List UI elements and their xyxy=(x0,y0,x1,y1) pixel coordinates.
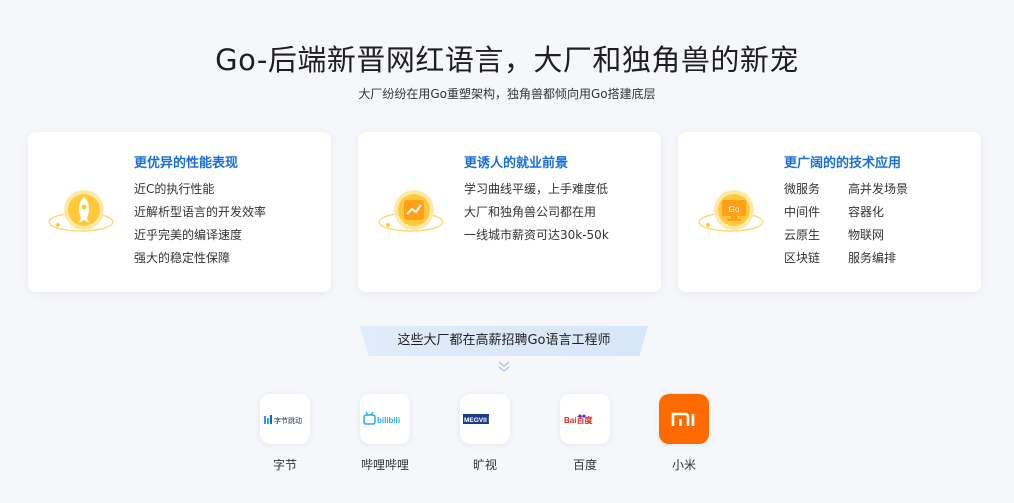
card-line: 近C的执行性能 xyxy=(134,182,215,196)
bilibili-logo: bilibili xyxy=(360,394,410,444)
company-name: 哔哩哔哩 xyxy=(360,458,409,472)
company-megvii[interactable]: MEGVII 旷视 旷视 xyxy=(450,394,520,473)
company-baidu[interactable]: Bai百度 百度 xyxy=(550,394,620,473)
company-xiaomi[interactable]: 小米 xyxy=(649,394,719,473)
hiring-banner: 这些大厂都在高薪招聘Go语言工程师 xyxy=(397,333,611,348)
company-name: 旷视 xyxy=(472,458,497,472)
card-line: 学习曲线平缓，上手难度低 xyxy=(464,182,609,196)
megvii-logo-text: MEGVII 旷视 xyxy=(464,415,502,424)
card-line: 一线城市薪资可达30k-50k xyxy=(464,228,609,242)
company-name: 小米 xyxy=(671,458,696,472)
tech-item: 容器化 xyxy=(848,205,885,219)
tech-item: 物联网 xyxy=(848,228,885,242)
tech-item: 高并发场景 xyxy=(848,182,909,196)
feature-card-applications: Go 更广阔的的技术应用 微服务 高并发场景 中间件 容器化 云原生 物联网 区… xyxy=(678,132,981,292)
page-title: Go-后端新晋网红语言，大厂和独角兽的新宠 xyxy=(215,43,799,77)
chart-icon xyxy=(378,190,444,232)
page-subtitle: 大厂纷纷在用Go重塑架构，独角兽都倾向用Go搭建底层 xyxy=(358,87,656,101)
double-chevron-down-icon xyxy=(498,361,510,372)
card-line: 近解析型语言的开发效率 xyxy=(134,205,267,219)
go-icon-label: Go xyxy=(729,205,740,214)
rocket-icon xyxy=(48,190,114,232)
xiaomi-logo xyxy=(659,394,709,444)
megvii-logo: MEGVII 旷视 xyxy=(460,394,510,444)
company-name: 字节 xyxy=(272,458,297,472)
card-line: 强大的稳定性保障 xyxy=(134,251,231,265)
feature-card-career: 更诱人的就业前景 学习曲线平缓，上手难度低 大厂和独角兽公司都在用 一线城市薪资… xyxy=(358,132,661,292)
feature-card-performance: 更优异的性能表现 近C的执行性能 近解析型语言的开发效率 近乎完美的编译速度 强… xyxy=(28,132,331,292)
baidu-logo: Bai百度 xyxy=(560,394,610,444)
card-title: 更优异的性能表现 xyxy=(134,156,239,171)
card-line: 大厂和独角兽公司都在用 xyxy=(464,205,597,219)
card-title: 更广阔的的技术应用 xyxy=(784,156,902,171)
card-line: 近乎完美的编译速度 xyxy=(134,228,243,242)
bytedance-logo: 字节跳动 xyxy=(260,394,310,444)
tech-item: 微服务 xyxy=(784,182,821,196)
bytedance-logo-text: 字节跳动 xyxy=(274,416,302,425)
tech-item: 服务编排 xyxy=(848,251,897,265)
bilibili-logo-text: bilibili xyxy=(377,416,400,425)
company-bilibili[interactable]: bilibili 哔哩哔哩 xyxy=(350,394,420,473)
tech-item: 中间件 xyxy=(784,205,821,219)
company-bytedance[interactable]: 字节跳动 字节 xyxy=(250,394,320,473)
card-title: 更诱人的就业前景 xyxy=(464,156,569,171)
tech-item: 云原生 xyxy=(784,228,821,242)
tech-item: 区块链 xyxy=(784,251,821,265)
company-name: 百度 xyxy=(572,458,597,472)
go-monitor-icon: Go xyxy=(698,190,764,232)
